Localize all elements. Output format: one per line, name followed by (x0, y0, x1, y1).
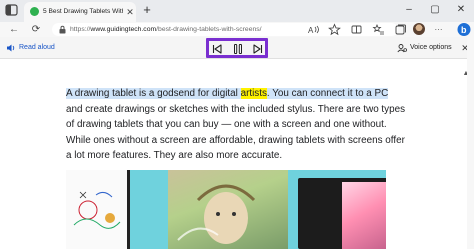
tab-title: 5 Best Drawing Tablets With Scre (43, 8, 123, 15)
voice-options-icon[interactable] (397, 43, 407, 53)
browser-toolbar: ← ⟳ https://www.guidingtech.com/best-dra… (0, 22, 474, 37)
new-tab-button[interactable]: + (140, 3, 154, 17)
tablet-left-drawing (66, 170, 130, 249)
article-paragraph: A drawing tablet is a godsend for digita… (66, 86, 406, 164)
read-aloud-label: Read aloud (19, 44, 55, 51)
article-image (66, 170, 386, 249)
split-screen-icon[interactable] (350, 23, 363, 36)
tablet-center-screen (168, 170, 288, 249)
voice-options-button[interactable]: Voice options (410, 42, 452, 54)
sketch-illustration (73, 191, 121, 229)
browser-window: 5 Best Drawing Tablets With Scre ✕ + – ▢… (0, 0, 474, 249)
read-aloud-bar: Read aloud Voice options ✕ (0, 37, 474, 59)
highlighted-text: A drawing tablet is a godsend for digita… (66, 88, 241, 99)
next-paragraph-icon[interactable] (251, 43, 265, 55)
right-gutter (467, 37, 474, 249)
url-host: www.guidingtech.com (90, 26, 157, 33)
current-word: artists (240, 88, 267, 99)
svg-text:b: b (461, 25, 467, 35)
favorites-icon[interactable] (328, 23, 341, 36)
more-options-icon[interactable]: ··· (432, 23, 445, 36)
article-body: A drawing tablet is a godsend for digita… (66, 86, 406, 164)
paragraph-rest: and create drawings or sketches with the… (66, 103, 406, 162)
artwork-illustration (177, 184, 256, 244)
back-button[interactable]: ← (8, 22, 20, 37)
collections-icon[interactable] (394, 23, 407, 36)
bing-copilot-icon[interactable]: b (456, 22, 472, 37)
refresh-button[interactable]: ⟳ (30, 22, 42, 37)
url-text: https://www.guidingtech.com/best-drawing… (70, 23, 262, 36)
profile-avatar[interactable] (413, 23, 425, 35)
highlighted-sentence: A drawing tablet is a godsend for digita… (66, 88, 270, 99)
url-path: /best-drawing-tablets-with-screens/ (156, 26, 262, 33)
lock-icon[interactable] (58, 25, 67, 34)
site-favicon-icon (30, 7, 39, 16)
read-aloud-toolbar-icon[interactable]: A (307, 23, 320, 36)
address-bar[interactable]: https://www.guidingtech.com/best-drawing… (52, 23, 398, 36)
tablet-right-screen (342, 182, 386, 249)
tab-close-icon[interactable]: ✕ (125, 6, 135, 18)
next-sentence-start: You can connect it to a PC (269, 88, 389, 99)
read-aloud-icon (7, 44, 15, 52)
tab-actions-icon[interactable] (4, 3, 20, 18)
pause-icon[interactable] (231, 43, 245, 55)
playback-controls (206, 38, 268, 58)
svg-text:A: A (308, 26, 314, 35)
url-scheme: https:// (70, 26, 91, 33)
tab-active[interactable]: 5 Best Drawing Tablets With Scre ✕ (24, 2, 136, 22)
minimize-button[interactable]: – (402, 3, 416, 17)
close-window-button[interactable]: ✕ (454, 3, 468, 17)
maximize-button[interactable]: ▢ (428, 3, 442, 17)
previous-paragraph-icon[interactable] (210, 43, 224, 55)
tab-strip: 5 Best Drawing Tablets With Scre ✕ + – ▢… (0, 0, 474, 22)
favorites-bar-icon[interactable] (372, 23, 385, 36)
tablet-right-device (298, 178, 386, 249)
